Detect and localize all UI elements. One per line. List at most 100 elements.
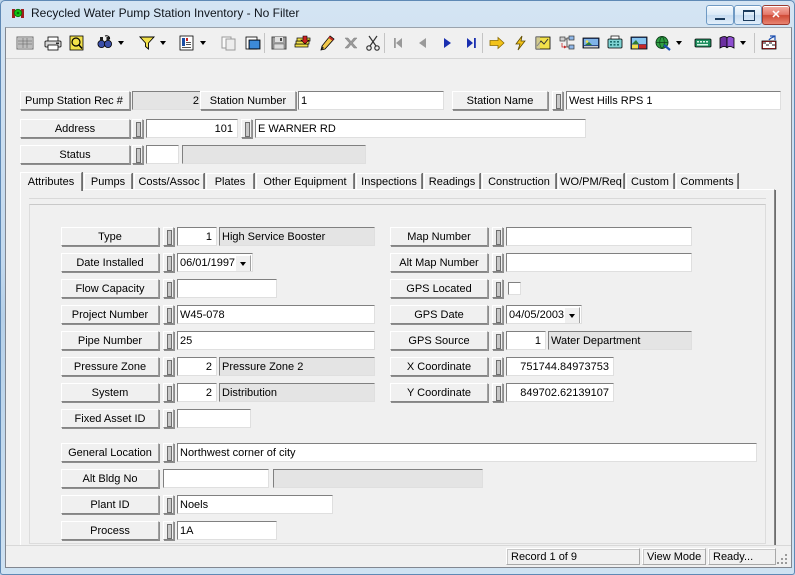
flow-capacity-label[interactable]: Flow Capacity [61, 279, 159, 298]
plant-id-label[interactable]: Plant ID [61, 495, 159, 514]
grid-view-icon[interactable] [14, 32, 36, 54]
pressure-zone-code-input[interactable]: 2 [177, 357, 217, 376]
plant-id-input[interactable]: Noels [177, 495, 333, 514]
photo-icon[interactable] [628, 32, 650, 54]
cut-icon[interactable] [362, 32, 384, 54]
project-number-input[interactable]: W45-078 [177, 305, 375, 324]
map-number-lookup-button[interactable] [492, 227, 503, 246]
address-label[interactable]: Address [20, 119, 130, 138]
station-number-input[interactable]: 1 [298, 91, 444, 110]
tab-other-equipment[interactable]: Other Equipment [256, 173, 354, 190]
image-icon[interactable] [580, 32, 602, 54]
map-number-input[interactable] [506, 227, 692, 246]
alt-bldg-no-label[interactable]: Alt Bldg No [61, 469, 159, 488]
y-coordinate-label[interactable]: Y Coordinate [390, 383, 488, 402]
book-dropdown-icon[interactable] [736, 32, 749, 54]
fixed-asset-id-label[interactable]: Fixed Asset ID [61, 409, 159, 428]
tab-construction[interactable]: Construction [482, 173, 556, 190]
process-lookup-button[interactable] [163, 521, 174, 540]
map-icon[interactable] [532, 32, 554, 54]
tab-inspections[interactable]: Inspections [356, 173, 422, 190]
alt-map-number-input[interactable] [506, 253, 692, 272]
date-installed-lookup-button[interactable] [163, 253, 174, 272]
add-record-icon[interactable] [292, 32, 314, 54]
tab-wo-pm-req[interactable]: WO/PM/Req [558, 173, 624, 190]
alt-map-number-lookup-button[interactable] [492, 253, 503, 272]
quick-action-icon[interactable] [510, 32, 532, 54]
tab-custom[interactable]: Custom [626, 173, 674, 190]
x-coordinate-lookup-button[interactable] [492, 357, 503, 376]
first-record-icon[interactable] [388, 32, 410, 54]
system-code-input[interactable]: 2 [177, 383, 217, 402]
plant-id-lookup-button[interactable] [163, 495, 174, 514]
general-location-lookup-button[interactable] [163, 443, 174, 462]
paste-icon[interactable] [242, 32, 264, 54]
system-label[interactable]: System [61, 383, 159, 402]
gps-source-code-input[interactable]: 1 [506, 331, 546, 350]
gps-located-lookup-button[interactable] [492, 279, 503, 298]
fixed-asset-id-lookup-button[interactable] [163, 409, 174, 428]
alt-map-number-label[interactable]: Alt Map Number [390, 253, 488, 272]
print-icon[interactable] [42, 32, 64, 54]
status-lookup-button[interactable] [132, 145, 143, 164]
globe-dropdown-icon[interactable] [672, 32, 685, 54]
process-label[interactable]: Process [61, 521, 159, 540]
gps-date-lookup-button[interactable] [492, 305, 503, 324]
y-coordinate-input[interactable]: 849702.62139107 [506, 383, 614, 402]
type-label[interactable]: Type [61, 227, 159, 246]
gps-date-dropdown-icon[interactable] [564, 307, 580, 323]
globe-icon[interactable] [652, 32, 674, 54]
hierarchy-icon[interactable] [556, 32, 578, 54]
pipe-number-label[interactable]: Pipe Number [61, 331, 159, 350]
report-dropdown-icon[interactable] [196, 32, 209, 54]
tab-comments[interactable]: Comments [676, 173, 738, 190]
address-street-lookup-button[interactable] [241, 119, 252, 138]
tab-pumps[interactable]: Pumps [84, 173, 132, 190]
pump-station-rec-label[interactable]: Pump Station Rec # [20, 91, 130, 110]
status-code-input[interactable] [146, 145, 179, 164]
keyboard-icon[interactable] [692, 32, 714, 54]
export-icon[interactable] [758, 32, 780, 54]
address-number-input[interactable]: 101 [146, 119, 238, 138]
system-lookup-button[interactable] [163, 383, 174, 402]
alt-bldg-no-input[interactable] [163, 469, 269, 488]
address-street-input[interactable]: E WARNER RD [255, 119, 586, 138]
tab-plates[interactable]: Plates [206, 173, 254, 190]
previous-record-icon[interactable] [412, 32, 434, 54]
status-label[interactable]: Status [20, 145, 130, 164]
filter-icon[interactable] [136, 32, 158, 54]
flow-capacity-lookup-button[interactable] [163, 279, 174, 298]
pipe-number-input[interactable]: 25 [177, 331, 375, 350]
print-preview-icon[interactable] [66, 32, 88, 54]
next-record-icon[interactable] [436, 32, 458, 54]
filter-dropdown-icon[interactable] [156, 32, 169, 54]
gps-date-input[interactable]: 04/05/2003 [506, 305, 582, 324]
station-name-input[interactable]: West Hills RPS 1 [566, 91, 781, 110]
map-number-label[interactable]: Map Number [390, 227, 488, 246]
station-number-label[interactable]: Station Number [200, 91, 296, 110]
pressure-zone-label[interactable]: Pressure Zone [61, 357, 159, 376]
save-icon[interactable] [268, 32, 290, 54]
general-location-label[interactable]: General Location [61, 443, 159, 462]
copy-icon[interactable] [218, 32, 240, 54]
general-location-input[interactable]: Northwest corner of city [177, 443, 757, 462]
delete-record-icon[interactable] [340, 32, 362, 54]
process-input[interactable]: 1A [177, 521, 277, 540]
edit-record-icon[interactable] [316, 32, 338, 54]
type-code-input[interactable]: 1 [177, 227, 217, 246]
minimize-button[interactable] [706, 5, 734, 25]
report-icon[interactable] [176, 32, 198, 54]
gps-located-label[interactable]: GPS Located [390, 279, 488, 298]
pipe-number-lookup-button[interactable] [163, 331, 174, 350]
x-coordinate-input[interactable]: 751744.84973753 [506, 357, 614, 376]
last-record-icon[interactable] [460, 32, 482, 54]
book-icon[interactable] [716, 32, 738, 54]
date-installed-dropdown-icon[interactable] [235, 255, 251, 271]
goto-icon[interactable] [486, 32, 508, 54]
date-installed-input[interactable]: 06/01/1997 [177, 253, 253, 272]
tab-attributes[interactable]: Attributes [20, 172, 82, 191]
gps-source-label[interactable]: GPS Source [390, 331, 488, 350]
y-coordinate-lookup-button[interactable] [492, 383, 503, 402]
fax-icon[interactable] [604, 32, 626, 54]
type-lookup-button[interactable] [163, 227, 174, 246]
